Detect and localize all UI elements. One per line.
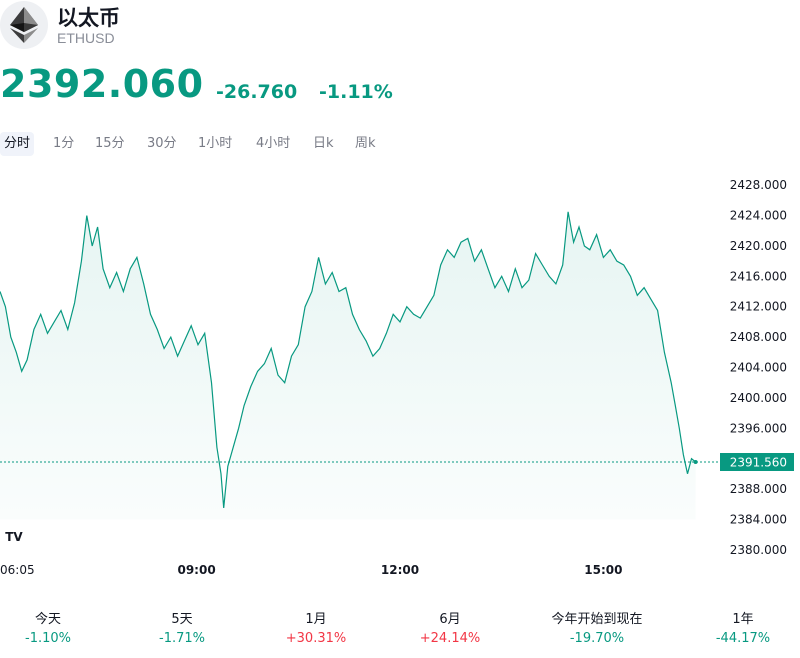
- y-tick-label: 2404.000: [730, 361, 787, 375]
- range-value: -1.10%: [25, 631, 71, 646]
- y-tick-label: 2412.000: [730, 300, 787, 314]
- tab-1hour[interactable]: 1小时: [198, 132, 232, 156]
- tab-daily[interactable]: 日k: [313, 132, 334, 156]
- range-label: 1年: [732, 612, 754, 627]
- range-5d[interactable]: 5天 -1.71%: [117, 610, 247, 648]
- current-price: 2392.060: [0, 62, 204, 106]
- range-label: 1月: [305, 612, 327, 627]
- range-value: -44.17%: [715, 631, 771, 646]
- range-label: 6月: [439, 612, 461, 627]
- range-label: 5天: [171, 612, 193, 627]
- range-label: 今年开始到现在: [551, 612, 643, 627]
- price-chart[interactable]: 2428.000 2424.000 2420.000 2416.000 2412.000…: [0, 170, 800, 590]
- range-performance: 今天 -1.10% 5天 -1.71% 1月 +30.31% 6月 +24.14…: [0, 610, 800, 650]
- asset-symbol: ETHUSD: [57, 30, 115, 46]
- range-value: +24.14%: [419, 631, 481, 646]
- y-tick-label: 2400.000: [730, 391, 787, 405]
- range-1y[interactable]: 1年 -44.17%: [678, 610, 800, 648]
- tab-30min[interactable]: 30分: [147, 132, 177, 156]
- tab-1min[interactable]: 1分: [53, 132, 74, 156]
- tradingview-logo-icon[interactable]: TV: [0, 522, 28, 550]
- price-area: [0, 211, 696, 520]
- range-6m[interactable]: 6月 +24.14%: [385, 610, 515, 648]
- y-tick-label: 2408.000: [730, 330, 787, 344]
- range-today[interactable]: 今天 -1.10%: [0, 610, 113, 648]
- range-ytd[interactable]: 今年开始到现在 -19.70%: [532, 610, 662, 648]
- last-price-label: 2391.560: [730, 456, 787, 470]
- y-tick-label: 2420.000: [730, 239, 787, 253]
- range-label: 今天: [34, 612, 61, 627]
- range-1m[interactable]: 1月 +30.31%: [251, 610, 381, 648]
- y-tick-label: 2428.000: [730, 178, 787, 192]
- y-tick-label: 2396.000: [730, 421, 787, 435]
- tab-intraday[interactable]: 分时: [0, 132, 35, 156]
- x-tick-label: 09:00: [177, 563, 215, 577]
- tab-weekly[interactable]: 周k: [355, 132, 376, 156]
- svg-text:TV: TV: [5, 530, 23, 544]
- x-tick-label: 15:00: [584, 563, 622, 577]
- range-value: -1.71%: [159, 631, 205, 646]
- y-tick-label: 2388.000: [730, 482, 787, 496]
- asset-header: 以太币 ETHUSD: [0, 0, 400, 50]
- asset-name: 以太币: [57, 6, 120, 30]
- range-value: -19.70%: [569, 631, 625, 646]
- y-tick-label: 2380.000: [730, 543, 787, 557]
- last-price-dot: [693, 460, 698, 464]
- range-value: +30.31%: [285, 631, 347, 646]
- tab-4hour[interactable]: 4小时: [256, 132, 290, 156]
- price-change-percent: -1.11%: [319, 81, 393, 103]
- ethereum-icon: [0, 1, 48, 49]
- y-tick-label: 2384.000: [730, 512, 787, 526]
- x-tick-label: 06:05: [0, 563, 35, 577]
- x-tick-label: 12:00: [381, 563, 419, 577]
- price-change: -26.760: [216, 81, 298, 103]
- y-tick-label: 2416.000: [730, 269, 787, 283]
- y-tick-label: 2424.000: [730, 209, 787, 223]
- tab-15min[interactable]: 15分: [95, 132, 125, 156]
